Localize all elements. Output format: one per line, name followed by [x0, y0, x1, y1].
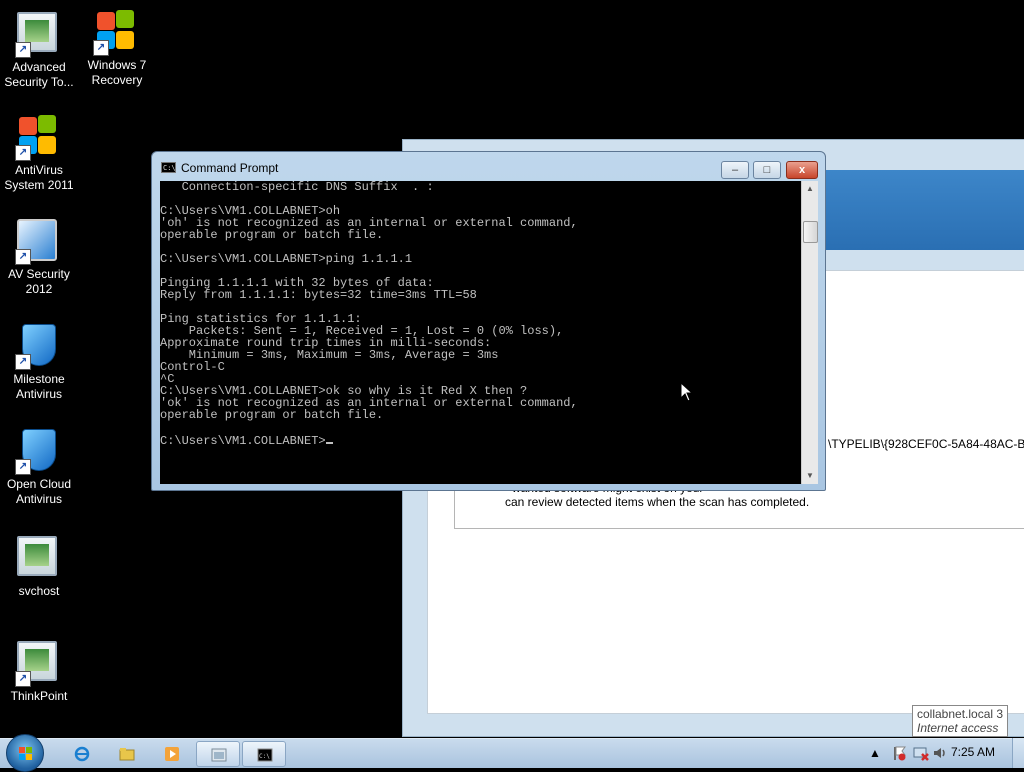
desktop-icon-thinkpoint[interactable]: ↗ ThinkPoint: [1, 641, 77, 704]
advanced-security-icon: ↗: [15, 12, 61, 58]
desktop-icon-label: ThinkPoint: [10, 689, 68, 703]
av-security-icon: ↗: [15, 219, 61, 265]
windows-logo-icon: [19, 747, 33, 761]
detected-registry-path: \TYPELIB\{928CEF0C-5A84-48AC-BF3: [828, 437, 1024, 451]
console-output[interactable]: Connection-specific DNS Suffix . : C:\Us…: [160, 181, 801, 484]
explorer-icon: [119, 748, 135, 761]
close-button[interactable]: x: [786, 161, 818, 179]
antivirus-system-icon: ↗: [15, 115, 61, 161]
desktop-icon-windows7-recovery[interactable]: ↗ Windows 7 Recovery: [79, 10, 155, 88]
cmd-icon: C:\: [257, 748, 273, 762]
app-icon: [211, 748, 227, 762]
scan-info-group: wanted software might exist on your can …: [454, 481, 1024, 529]
shield-icon: ↗: [15, 429, 61, 475]
command-prompt-window[interactable]: C:\ Command Prompt – □ x Connection-spec…: [151, 151, 826, 491]
media-player-icon: [165, 747, 179, 761]
console-line: Connection-specific DNS Suffix . :: [181, 181, 434, 194]
scroll-up-arrow-icon[interactable]: ▲: [802, 181, 818, 197]
show-hidden-icons-chevron-icon[interactable]: ▲: [869, 746, 881, 760]
action-center-flag-icon[interactable]: [891, 745, 907, 761]
console-line: C:\Users\VM1.COLLABNET>ping 1.1.1.1: [160, 252, 413, 266]
minimize-button[interactable]: –: [721, 161, 749, 179]
desktop-icon-svchost[interactable]: svchost: [1, 536, 77, 599]
desktop-icon-label: Windows 7 Recovery: [87, 58, 147, 87]
windows7-recovery-icon: ↗: [93, 10, 139, 56]
desktop-icon-milestone-antivirus[interactable]: ↗ Milestone Antivirus: [1, 324, 77, 402]
taskbar-explorer-button[interactable]: [105, 741, 149, 767]
text-cursor: [325, 433, 333, 444]
svg-text:C:\: C:\: [259, 753, 270, 760]
console-text: Connection-specific DNS Suffix . : C:\Us…: [160, 181, 578, 447]
desktop-icon-label: Open Cloud Antivirus: [6, 477, 72, 506]
scroll-thumb[interactable]: [803, 221, 818, 243]
taskbar-clock[interactable]: 7:25 AM: [951, 745, 995, 759]
desktop-icon-open-cloud-antivirus[interactable]: ↗ Open Cloud Antivirus: [1, 429, 77, 507]
cmd-titlebar[interactable]: C:\ Command Prompt – □ x: [152, 152, 825, 180]
network-red-x-icon[interactable]: [913, 745, 929, 761]
mouse-pointer-icon: [680, 382, 694, 402]
taskbar-ie-button[interactable]: [60, 741, 104, 767]
network-count: 3: [996, 707, 1003, 721]
window-title: Command Prompt: [181, 161, 279, 175]
app-icon: ↗: [15, 641, 61, 687]
desktop-icon-advanced-security[interactable]: ↗ Advanced Security To...: [1, 12, 77, 90]
shield-icon: ↗: [15, 324, 61, 370]
taskbar-app-button[interactable]: [196, 741, 240, 767]
volume-icon[interactable]: [932, 745, 948, 761]
console-line: operable program or batch file.: [160, 228, 384, 242]
console-line: Reply from 1.1.1.1: bytes=32 time=3ms TT…: [160, 288, 477, 302]
desktop-icon-av-security[interactable]: ↗ AV Security 2012: [1, 219, 77, 297]
scroll-down-arrow-icon[interactable]: ▼: [802, 468, 818, 484]
taskbar-cmd-button[interactable]: C:\: [242, 741, 286, 767]
maximize-button[interactable]: □: [753, 161, 781, 179]
app-icon: [17, 536, 61, 580]
console-prompt: C:\Users\VM1.COLLABNET>: [160, 434, 326, 448]
desktop-icon-label: svchost: [18, 584, 60, 598]
desktop-icon-label: Milestone Antivirus: [13, 372, 65, 401]
ie-icon: [74, 746, 90, 762]
desktop-icon-label: Advanced Security To...: [4, 60, 74, 89]
show-desktop-button[interactable]: [1012, 738, 1024, 768]
desktop-icon-antivirus-system[interactable]: ↗ AntiVirus System 2011: [1, 115, 77, 193]
network-tooltip: collabnet.local 3 Internet access: [912, 705, 1008, 737]
console-line: operable program or batch file.: [160, 408, 384, 422]
network-status: Internet access: [917, 721, 999, 735]
network-name: collabnet.local: [917, 707, 994, 721]
desktop-icon-label: AV Security 2012: [8, 267, 70, 296]
scan-review-text: can review detected items when the scan …: [505, 495, 810, 509]
vertical-scrollbar[interactable]: ▲ ▼: [801, 181, 818, 484]
taskbar-media-player-button[interactable]: [150, 741, 194, 767]
start-button[interactable]: [6, 734, 44, 772]
cmd-icon[interactable]: C:\: [161, 162, 176, 173]
desktop-icon-label: AntiVirus System 2011: [4, 163, 74, 192]
